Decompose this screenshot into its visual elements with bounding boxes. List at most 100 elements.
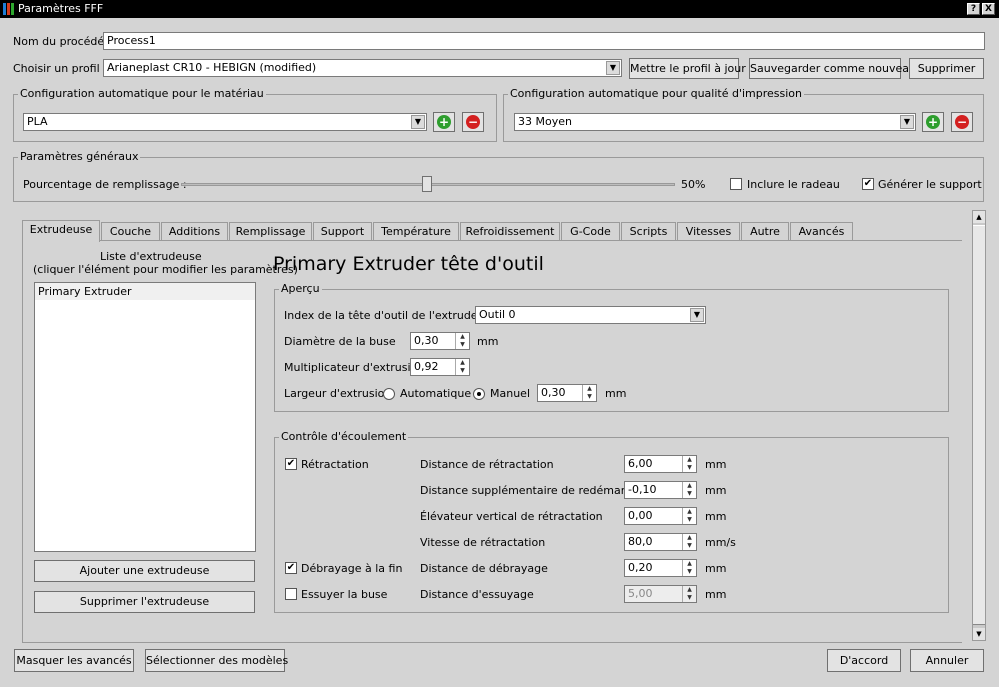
profile-combo[interactable]: Arianeplast CR10 - HEBIGN (modified) ▼: [103, 59, 622, 77]
extrusion-width-spinbox[interactable]: 0,30 ▲ ▼: [537, 384, 597, 402]
tab-remplissage[interactable]: Remplissage: [229, 222, 312, 241]
extrusion-multiplier-label: Multiplicateur d'extrusion: [284, 361, 425, 374]
raft-checkbox[interactable]: [730, 178, 742, 190]
select-models-button[interactable]: Sélectionner des modèles: [145, 649, 288, 672]
add-quality-button[interactable]: +: [922, 112, 944, 132]
plus-icon: +: [926, 115, 940, 129]
spin-up-icon[interactable]: ▲: [683, 456, 696, 464]
tab-temperature[interactable]: Température: [373, 222, 459, 241]
save-as-new-button[interactable]: Sauvegarder comme nouveau: [749, 58, 916, 79]
spin-down-icon[interactable]: ▼: [683, 594, 696, 602]
tab-support[interactable]: Support: [313, 222, 372, 241]
extrusion-width-value: 0,30: [541, 386, 566, 399]
extra-restart-distance-unit: mm: [705, 484, 727, 497]
cancel-button[interactable]: Annuler: [910, 649, 984, 672]
add-material-button[interactable]: +: [433, 112, 455, 132]
spin-down-icon[interactable]: ▼: [683, 490, 696, 498]
spin-down-icon[interactable]: ▼: [456, 367, 469, 375]
retraction-speed-spinbox[interactable]: 80,0 ▲ ▼: [624, 533, 697, 551]
width-auto-radio[interactable]: [383, 388, 395, 400]
tab-refroidissement[interactable]: Refroidissement: [460, 222, 560, 241]
vertical-scrollbar[interactable]: ▲ ▼: [972, 210, 986, 641]
extrusion-width-label: Largeur d'extrusion: [284, 387, 392, 400]
chevron-down-icon[interactable]: ▼: [606, 61, 620, 75]
extra-restart-distance-spinbox[interactable]: -0,10 ▲ ▼: [624, 481, 697, 499]
coast-distance-spinbox[interactable]: 0,20 ▲ ▼: [624, 559, 697, 577]
help-button[interactable]: ?: [967, 3, 980, 15]
tab-extrudeuse[interactable]: Extrudeuse: [22, 220, 100, 242]
tab-gcode[interactable]: G-Code: [561, 222, 620, 241]
window-title: Paramètres FFF: [18, 2, 104, 15]
spin-up-icon[interactable]: ▲: [683, 482, 696, 490]
chevron-down-icon[interactable]: ▼: [690, 308, 704, 322]
retraction-checkbox[interactable]: ✔: [285, 458, 297, 470]
spin-up-icon[interactable]: ▲: [683, 534, 696, 542]
tab-autre[interactable]: Autre: [741, 222, 789, 241]
profile-label: Choisir un profil :: [13, 62, 107, 75]
spin-down-icon[interactable]: ▼: [683, 516, 696, 524]
spin-up-icon[interactable]: ▲: [683, 508, 696, 516]
remove-extruder-button[interactable]: Supprimer l'extrudeuse: [34, 591, 255, 613]
update-profile-button[interactable]: Mettre le profil à jour: [629, 58, 746, 79]
tab-couche[interactable]: Couche: [101, 222, 160, 241]
width-manual-radio[interactable]: [473, 388, 485, 400]
tab-additions[interactable]: Additions: [161, 222, 228, 241]
scroll-thumb[interactable]: [973, 225, 985, 625]
retraction-speed-value: 80,0: [628, 535, 653, 548]
delete-profile-button[interactable]: Supprimer: [909, 58, 984, 79]
spin-down-icon[interactable]: ▼: [583, 393, 596, 401]
retraction-distance-spinbox[interactable]: 6,00 ▲ ▼: [624, 455, 697, 473]
tab-vitesses[interactable]: Vitesses: [677, 222, 740, 241]
spin-down-icon[interactable]: ▼: [456, 341, 469, 349]
support-label: Générer le support: [878, 178, 982, 191]
spin-down-icon[interactable]: ▼: [683, 568, 696, 576]
extruder-list-title: Liste d'extrudeuse: [100, 250, 202, 263]
extrusion-multiplier-spinbox[interactable]: 0,92 ▲ ▼: [410, 358, 470, 376]
spin-up-icon[interactable]: ▲: [583, 385, 596, 393]
scroll-down-icon[interactable]: ▼: [973, 628, 985, 640]
support-checkbox[interactable]: ✔: [862, 178, 874, 190]
quality-combo[interactable]: 33 Moyen ▼: [514, 113, 916, 131]
close-button[interactable]: X: [982, 3, 995, 15]
spin-up-icon[interactable]: ▲: [456, 359, 469, 367]
general-group-title: Paramètres généraux: [18, 150, 141, 164]
chevron-down-icon[interactable]: ▼: [900, 115, 914, 129]
process-name-input[interactable]: Process1: [103, 32, 985, 50]
extra-restart-distance-label: Distance supplémentaire de redémarrage: [420, 484, 651, 497]
extruder-list-subtitle: (cliquer l'élément pour modifier les par…: [33, 263, 298, 276]
infill-label: Pourcentage de remplissage :: [23, 178, 187, 191]
spin-up-icon[interactable]: ▲: [456, 333, 469, 341]
add-extruder-button[interactable]: Ajouter une extrudeuse: [34, 560, 255, 582]
extruder-list[interactable]: Primary Extruder: [34, 282, 256, 552]
wipe-distance-spinbox[interactable]: 5,00 ▲ ▼: [624, 585, 697, 603]
wipe-label: Essuyer la buse: [301, 588, 388, 601]
tab-scripts[interactable]: Scripts: [621, 222, 676, 241]
infill-slider-handle[interactable]: [422, 176, 432, 192]
flow-control-group: Contrôle d'écoulement: [274, 430, 949, 613]
spin-down-icon[interactable]: ▼: [683, 542, 696, 550]
remove-material-button[interactable]: −: [462, 112, 484, 132]
spin-down-icon[interactable]: ▼: [683, 464, 696, 472]
tool-index-combo[interactable]: Outil 0 ▼: [475, 306, 706, 324]
remove-quality-button[interactable]: −: [951, 112, 973, 132]
hide-advanced-button[interactable]: Masquer les avancés: [14, 649, 134, 672]
tab-avances[interactable]: Avancés: [790, 222, 853, 241]
coast-label: Débrayage à la fin: [301, 562, 403, 575]
coast-checkbox[interactable]: ✔: [285, 562, 297, 574]
app-icon: [3, 3, 15, 15]
retraction-speed-label: Vitesse de rétractation: [420, 536, 546, 549]
ok-button[interactable]: D'accord: [827, 649, 901, 672]
list-item[interactable]: Primary Extruder: [35, 283, 255, 300]
retraction-lift-spinbox[interactable]: 0,00 ▲ ▼: [624, 507, 697, 525]
quality-group-title: Configuration automatique pour qualité d…: [508, 87, 805, 101]
infill-value: 50%: [681, 178, 706, 191]
retraction-speed-unit: mm/s: [705, 536, 736, 549]
spin-up-icon[interactable]: ▲: [683, 560, 696, 568]
spin-up-icon[interactable]: ▲: [683, 586, 696, 594]
material-combo[interactable]: PLA ▼: [23, 113, 427, 131]
chevron-down-icon[interactable]: ▼: [411, 115, 425, 129]
nozzle-diameter-spinbox[interactable]: 0,30 ▲ ▼: [410, 332, 470, 350]
wipe-checkbox[interactable]: [285, 588, 297, 600]
extrusion-width-unit: mm: [605, 387, 627, 400]
scroll-up-icon[interactable]: ▲: [973, 211, 985, 223]
